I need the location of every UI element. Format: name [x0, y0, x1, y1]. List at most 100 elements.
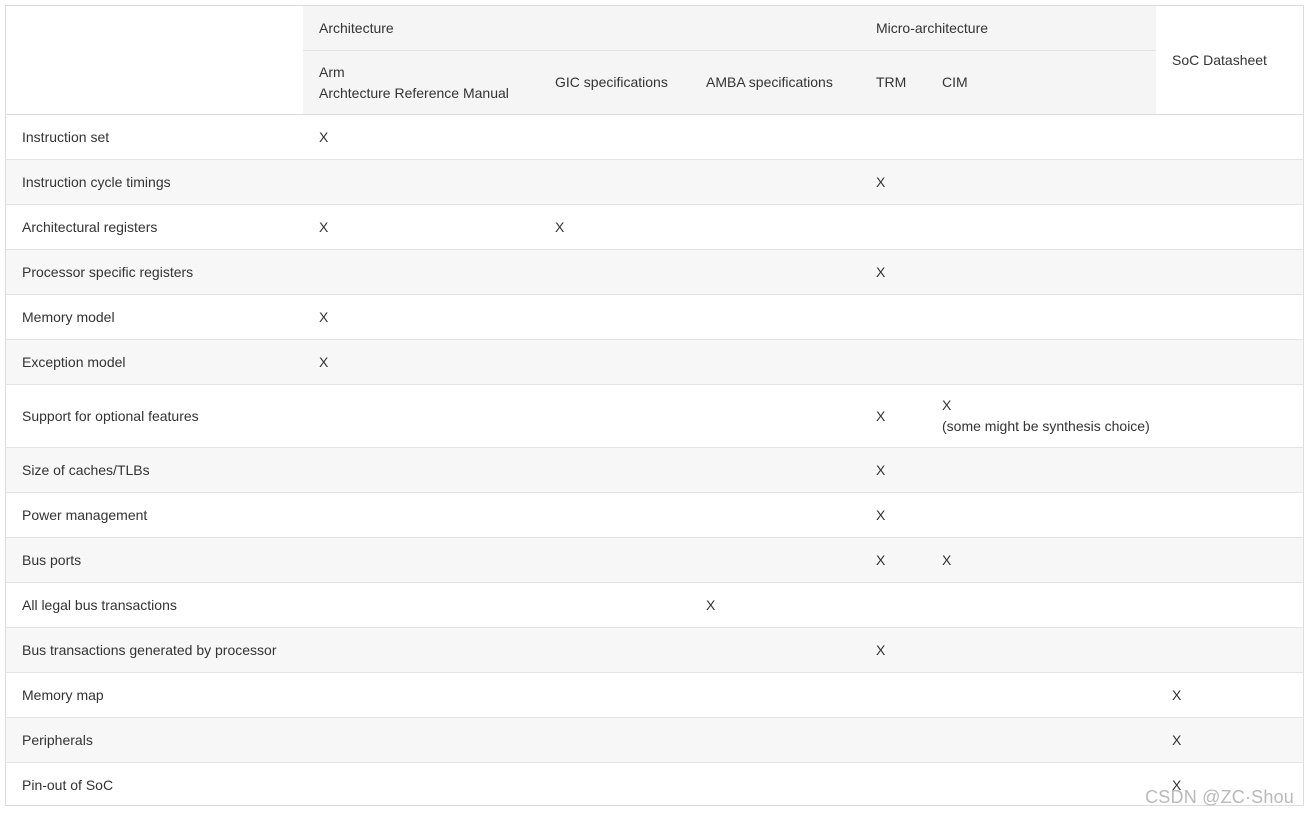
cell-gic — [539, 159, 690, 205]
row-label: Bus transactions generated by processor — [6, 627, 303, 673]
cell-amba — [690, 159, 860, 205]
cell-cim — [926, 717, 1156, 763]
cell-cim: X — [926, 537, 1156, 583]
cell-arm: X — [319, 128, 329, 145]
header-arm-line2: Archtecture Reference Manual — [319, 84, 509, 101]
header-architecture: Architecture — [303, 6, 860, 51]
cell-trm: X — [860, 537, 926, 583]
cell-amba — [690, 537, 860, 583]
cell-cim — [926, 673, 1156, 718]
cell-trm: X — [860, 627, 926, 673]
row-label: Exception model — [6, 339, 303, 385]
header-cim: CIM — [926, 50, 1156, 115]
cell-soc — [1156, 159, 1303, 205]
row-label: Memory map — [22, 686, 104, 703]
cell-amba — [690, 627, 860, 673]
cell-amba — [690, 249, 860, 295]
cell-gic — [539, 295, 690, 340]
table-row: Architectural registers X X — [6, 204, 1303, 250]
row-label: Memory model — [22, 308, 115, 325]
row-label: All legal bus transactions — [22, 596, 177, 613]
cell-soc: X — [1172, 686, 1182, 703]
cell-gic — [539, 339, 690, 385]
table-row: Exception model X — [6, 339, 1303, 385]
documentation-matrix-table: Architecture Micro-architecture SoC Data… — [6, 6, 1303, 807]
cell-gic — [539, 627, 690, 673]
cell-arm — [303, 249, 539, 295]
cell-amba — [690, 673, 860, 718]
cell-soc — [1156, 493, 1303, 538]
cell-soc — [1156, 447, 1303, 493]
row-label: Processor specific registers — [6, 249, 303, 295]
cell-gic — [539, 673, 690, 718]
table-body: Instruction set X Instruction cycle timin… — [6, 114, 1303, 808]
cell-amba — [690, 717, 860, 763]
cell-arm — [303, 583, 539, 628]
table-row: Memory model X — [6, 294, 1303, 340]
table-row: Instruction set X — [6, 114, 1303, 160]
cell-amba — [690, 493, 860, 538]
table-row: Peripherals X — [6, 717, 1303, 763]
cell-soc — [1156, 537, 1303, 583]
cell-amba — [690, 447, 860, 493]
cell-gic — [539, 115, 690, 160]
cell-gic — [539, 763, 690, 808]
cell-arm — [303, 537, 539, 583]
table-row: Pin-out of SoC X — [6, 762, 1303, 808]
cell-trm — [860, 717, 926, 763]
header-soc-datasheet: SoC Datasheet — [1156, 6, 1303, 115]
table-row: Memory map X — [6, 672, 1303, 718]
header-arm-line1: Arm — [319, 63, 345, 80]
header-arm-arm: Arm Archtecture Reference Manual — [303, 50, 539, 115]
cell-gic — [539, 385, 690, 448]
header-group-row: Architecture Micro-architecture SoC Data… — [6, 6, 1303, 115]
row-label: Bus ports — [6, 537, 303, 583]
cell-cim — [926, 159, 1156, 205]
cell-trm — [860, 205, 926, 250]
cell-cim — [926, 205, 1156, 250]
row-label: Instruction set — [22, 128, 110, 145]
cell-trm — [860, 583, 926, 628]
row-label: Architectural registers — [22, 218, 158, 235]
cell-cim — [926, 295, 1156, 340]
cell-gic — [539, 583, 690, 628]
cell-gic — [539, 249, 690, 295]
header-amba: AMBA specifications — [690, 50, 860, 115]
row-label: Pin-out of SoC — [22, 776, 114, 793]
cell-cim — [926, 627, 1156, 673]
cell-cim-mark: X — [942, 397, 952, 413]
cell-trm: X — [860, 159, 926, 205]
header-gic: GIC specifications — [539, 50, 690, 115]
cell-arm — [303, 493, 539, 538]
table-row: All legal bus transactions X — [6, 582, 1303, 628]
cell-cim — [926, 339, 1156, 385]
table-row: Instruction cycle timings X — [6, 159, 1303, 205]
cell-soc — [1156, 249, 1303, 295]
row-label: Size of caches/TLBs — [6, 447, 303, 493]
cell-gic — [539, 717, 690, 763]
row-label: Power management — [22, 506, 148, 523]
csdn-watermark: CSDN @ZC·Shou — [1145, 787, 1294, 807]
cell-arm — [303, 673, 539, 718]
cell-soc — [1156, 115, 1303, 160]
cell-gic — [539, 447, 690, 493]
cell-trm: X — [876, 407, 886, 424]
cell-cim — [926, 447, 1156, 493]
cell-trm — [860, 673, 926, 718]
cell-amba — [690, 763, 860, 808]
cell-cim-note: (some might be synthesis choice) — [942, 418, 1150, 434]
cell-amba: X — [706, 596, 716, 613]
cell-cim — [926, 249, 1156, 295]
table-row: Bus transactions generated by processor X — [6, 627, 1303, 673]
cell-arm — [303, 159, 539, 205]
cell-arm — [303, 763, 539, 808]
cell-cim: X (some might be synthesis choice) — [926, 385, 1156, 448]
cell-trm: X — [860, 447, 926, 493]
cell-arm — [303, 447, 539, 493]
cell-amba — [690, 385, 860, 448]
cell-amba — [690, 115, 860, 160]
table-row: Support for optional features X X (some mig… — [6, 384, 1303, 448]
cell-cim — [926, 763, 1156, 808]
cell-gic: X — [555, 218, 565, 235]
cell-amba — [690, 295, 860, 340]
